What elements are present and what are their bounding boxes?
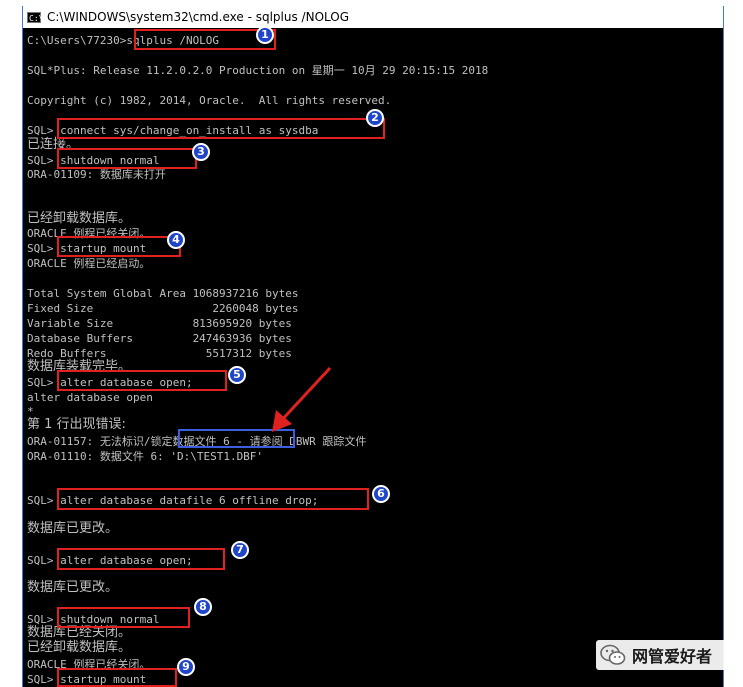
highlight-box-7: [57, 548, 225, 570]
console-line: SQL*Plus: Release 11.2.0.2.0 Production …: [27, 64, 489, 77]
console-line: Variable Size 813695920 bytes: [27, 317, 292, 330]
cmd-window[interactable]: C:\ C:\WINDOWS\system32\cmd.exe - sqlplu…: [22, 6, 724, 687]
console-line: ORA-01109: 数据库未打开: [27, 168, 166, 181]
cmd-icon: C:\: [27, 11, 44, 23]
highlight-box-8: [57, 607, 190, 628]
console-line: Total System Global Area 1068937216 byte…: [27, 287, 299, 300]
highlight-box-6: [57, 488, 369, 510]
console-line: ORACLE 例程已经启动。: [27, 257, 151, 270]
step-badge-7: 7: [231, 541, 249, 559]
watermark-text: 网管爱好者: [632, 647, 713, 666]
console-line: ORA-01110: 数据文件 6: 'D:\TEST1.DBF': [27, 450, 264, 463]
highlight-box-5: [57, 370, 227, 391]
wechat-icon: [600, 644, 626, 665]
page-margin: [0, 0, 22, 687]
console-line: Copyright (c) 1982, 2014, Oracle. All ri…: [27, 94, 392, 107]
highlight-box-9: [57, 668, 177, 687]
step-badge-6: 6: [372, 485, 390, 503]
highlight-box-4: [57, 236, 181, 257]
watermark: 网管爱好者: [596, 640, 732, 670]
window-titlebar[interactable]: C:\ C:\WINDOWS\system32\cmd.exe - sqlplu…: [23, 6, 723, 28]
step-badge-2: 2: [366, 109, 384, 127]
highlight-box-2: [57, 118, 385, 139]
console-line: 已经卸载数据库。: [27, 640, 132, 655]
console-line: 数据库已经关闭。: [27, 625, 132, 640]
step-badge-4: 4: [167, 231, 185, 249]
step-badge-5: 5: [228, 366, 246, 384]
highlight-box-1: [134, 29, 276, 50]
console-line: 数据库已更改。: [27, 580, 119, 595]
console-line: Fixed Size 2260048 bytes: [27, 302, 299, 315]
console-line: Database Buffers 247463936 bytes: [27, 332, 292, 345]
console-line: 已经卸载数据库。: [27, 211, 132, 226]
step-badge-9: 9: [177, 658, 195, 676]
red-arrow-icon: [272, 366, 332, 432]
console-line: 第 1 行出现错误:: [27, 417, 126, 432]
step-badge-1: 1: [256, 26, 274, 44]
step-badge-3: 3: [192, 143, 210, 161]
console-line: 数据库已更改。: [27, 521, 119, 536]
console-line: alter database open: [27, 391, 153, 404]
window-title: C:\WINDOWS\system32\cmd.exe - sqlplus /N…: [47, 10, 350, 24]
step-badge-8: 8: [194, 598, 212, 616]
highlight-box-3: [57, 148, 197, 169]
